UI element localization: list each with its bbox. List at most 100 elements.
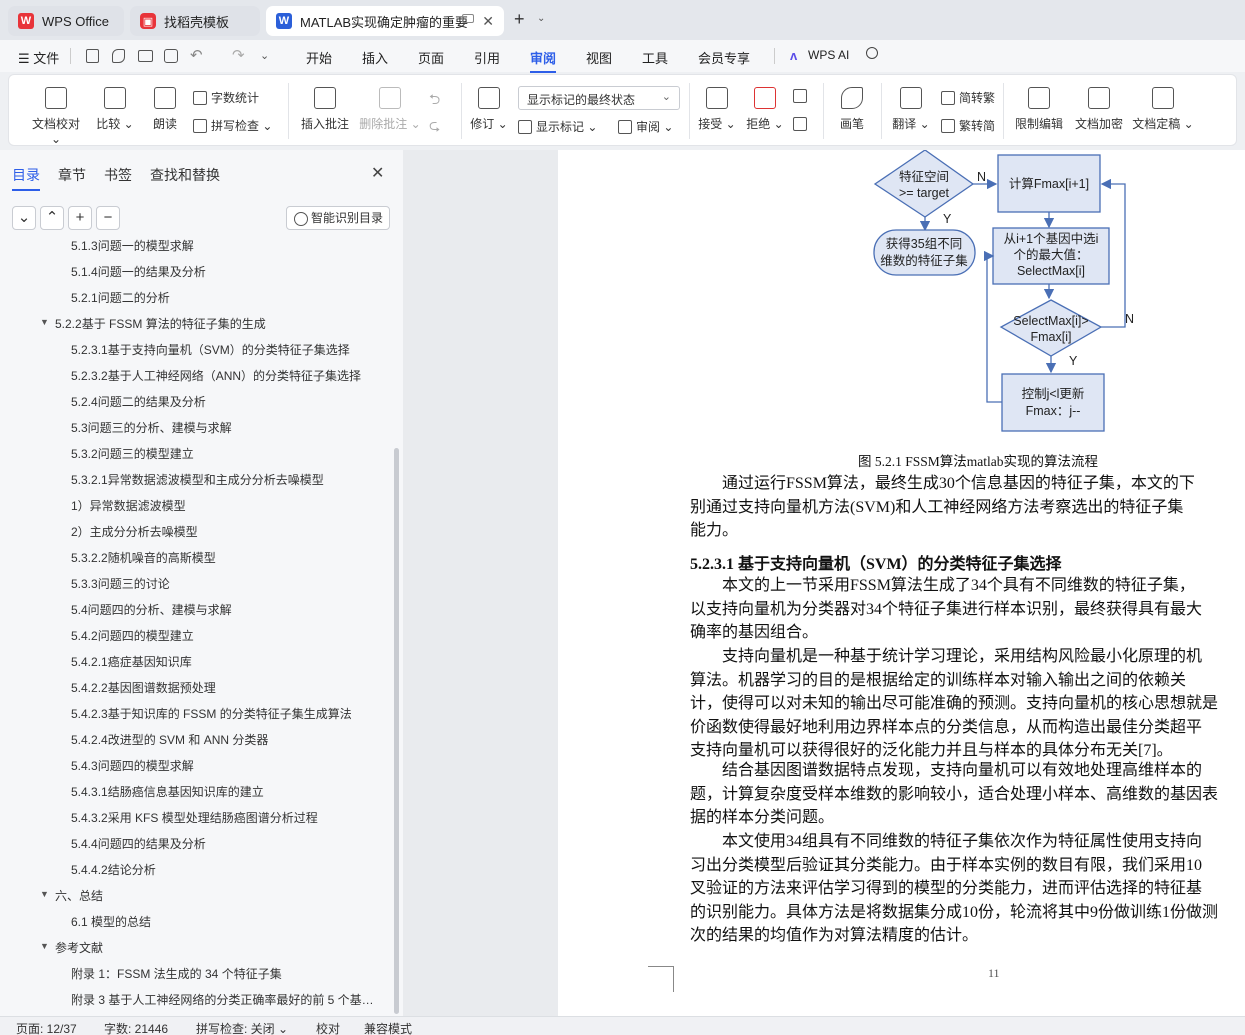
next-comment-icon[interactable]: ⮎ xyxy=(429,115,440,139)
print-icon[interactable] xyxy=(138,50,153,62)
to-simplified-button[interactable]: 繁转简 xyxy=(941,117,995,134)
para5-line: 习出分类模型后验证其分类能力。由于样本实例的数目有限，我们采用10 xyxy=(690,856,1203,874)
undo-icon[interactable]: ↶ xyxy=(190,46,203,64)
previous-comment-icon[interactable]: ⮌ xyxy=(429,89,440,113)
read-aloud-button[interactable]: 朗读 xyxy=(147,87,183,132)
previous-change-icon[interactable] xyxy=(793,89,807,103)
toc-item[interactable]: 5.4.4问题四的结果及分析 xyxy=(71,835,206,852)
toc-item[interactable]: 6.1 模型的总结 xyxy=(71,913,151,930)
menu-view[interactable]: 视图 xyxy=(586,48,612,67)
revise-button[interactable]: 修订 ⌄ xyxy=(469,87,509,132)
smart-toc-button[interactable]: 智能识别目录 xyxy=(286,206,390,230)
toc-item[interactable]: 1）异常数据滤波模型 xyxy=(71,497,186,514)
menu-insert[interactable]: 插入 xyxy=(362,48,388,67)
search-icon[interactable] xyxy=(866,47,878,59)
save-icon[interactable] xyxy=(86,49,99,63)
menu-reference[interactable]: 引用 xyxy=(474,48,500,67)
menu-start[interactable]: 开始 xyxy=(306,48,332,67)
panel-tab-find-replace[interactable]: 查找和替换 xyxy=(150,165,220,185)
expand-toggle-icon[interactable]: ▼ xyxy=(40,317,49,327)
toc-item[interactable]: 5.3问题三的分析、建模与求解 xyxy=(71,419,232,436)
restrict-edit-button[interactable]: 限制编辑 xyxy=(1011,87,1067,132)
status-proofread[interactable]: 校对 xyxy=(316,1020,340,1035)
panel-tab-toc[interactable]: 目录 xyxy=(12,165,40,191)
toc-item[interactable]: 六、总结 xyxy=(55,887,103,904)
toc-item[interactable]: 附录 1：FSSM 法生成的 34 个特征子集 xyxy=(71,965,282,982)
toc-scrollbar[interactable] xyxy=(394,448,399,1014)
word-count-button[interactable]: 字数统计 xyxy=(193,89,259,106)
toc-item[interactable]: 5.4.3.2采用 KFS 模型处理结肠癌图谱分析过程 xyxy=(71,809,318,826)
toc-item[interactable]: 5.4.2.3基于知识库的 FSSM 的分类特征子集生成算法 xyxy=(71,705,352,722)
accept-button[interactable]: 接受 ⌄ xyxy=(697,87,737,132)
toc-item[interactable]: 5.2.4问题二的结果及分析 xyxy=(71,393,206,410)
close-panel-icon[interactable]: ✕ xyxy=(371,163,384,183)
panel-tab-bookmarks[interactable]: 书签 xyxy=(104,165,132,185)
menu-page[interactable]: 页面 xyxy=(418,48,444,67)
delete-comment-button[interactable]: 删除批注 ⌄ xyxy=(359,87,421,132)
markup-state-dropdown[interactable]: 显示标记的最终状态 ⌄ xyxy=(518,86,680,110)
status-spell[interactable]: 拼写检查: 关闭 ⌄ xyxy=(196,1020,288,1035)
menu-file[interactable]: ☰ 文件 xyxy=(18,48,59,67)
insert-comment-button[interactable]: 插入批注 xyxy=(299,87,351,132)
toc-item[interactable]: 5.4.2问题四的模型建立 xyxy=(71,627,194,644)
menu-member[interactable]: 会员专享 xyxy=(698,48,750,67)
toc-item[interactable]: 5.4.3.1结肠癌信息基因知识库的建立 xyxy=(71,783,264,800)
print-preview-icon[interactable] xyxy=(164,49,178,63)
new-tab-icon[interactable]: + xyxy=(514,9,525,30)
toc-item[interactable]: 参考文献 xyxy=(55,939,103,956)
expand-toggle-icon[interactable]: ▼ xyxy=(40,889,49,899)
box2-line3: SelectMax[i] xyxy=(1017,264,1085,278)
panel-tab-chapters[interactable]: 章节 xyxy=(58,165,86,185)
quick-access-more-icon[interactable]: ⌄ xyxy=(260,49,269,62)
toc-item[interactable]: 5.2.3.1基于支持向量机（SVM）的分类特征子集选择 xyxy=(71,341,350,358)
toc-item[interactable]: 5.1.4问题一的结果及分析 xyxy=(71,263,206,280)
expand-toggle-icon[interactable]: ▼ xyxy=(40,941,49,951)
show-markup-button[interactable]: 显示标记 ⌄ xyxy=(518,118,597,135)
export-icon[interactable] xyxy=(112,49,125,63)
monitor-icon[interactable] xyxy=(462,14,474,23)
toc-item[interactable]: 5.4问题四的分析、建模与求解 xyxy=(71,601,232,618)
add-heading-button[interactable]: + xyxy=(68,206,92,230)
menu-tools[interactable]: 工具 xyxy=(642,48,668,67)
toc-item[interactable]: 5.4.2.1癌症基因知识库 xyxy=(71,653,192,670)
encrypt-button[interactable]: 文档加密 xyxy=(1071,87,1127,132)
tab-wps-office[interactable]: W WPS Office xyxy=(8,6,124,36)
finalize-button[interactable]: 文档定稿 ⌄ xyxy=(1131,87,1195,132)
reject-button[interactable]: 拒绝 ⌄ xyxy=(745,87,785,132)
toc-item[interactable]: 5.4.2.2基因图谱数据预处理 xyxy=(71,679,216,696)
redo-icon[interactable]: ↷ xyxy=(232,46,245,64)
menu-review[interactable]: 审阅 xyxy=(530,48,557,73)
remove-heading-button[interactable]: − xyxy=(96,206,120,230)
next-change-icon[interactable] xyxy=(793,117,807,131)
toc-item[interactable]: 5.1.3问题一的模型求解 xyxy=(71,237,194,254)
toc-item[interactable]: 2）主成分分析去噪模型 xyxy=(71,523,198,540)
to-traditional-button[interactable]: 简转繁 xyxy=(941,89,995,106)
toc-item[interactable]: 5.2.1问题二的分析 xyxy=(71,289,170,306)
pen-button[interactable]: 画笔 xyxy=(835,87,869,132)
tab-document[interactable]: W MATLAB实现确定肿瘤的重要 ✕ xyxy=(266,6,504,36)
toc-item[interactable]: 附录 3 基于人工神经网络的分类正确率最好的前 5 个基… xyxy=(71,991,374,1008)
compare-button[interactable]: 比较 ⌄ xyxy=(95,87,135,132)
tab-template[interactable]: ▣ 找稻壳模板 xyxy=(130,6,260,36)
collapse-button[interactable]: ⌃ xyxy=(40,206,64,230)
toc-item[interactable]: 5.3.2.2随机噪音的高斯模型 xyxy=(71,549,216,566)
toc-item[interactable]: 5.4.2.4改进型的 SVM 和 ANN 分类器 xyxy=(71,731,268,748)
spell-check-button[interactable]: 拼写检查 ⌄ xyxy=(193,117,272,134)
translate-button[interactable]: 翻译 ⌄ xyxy=(891,87,931,132)
toc-item[interactable]: 5.4.3问题四的模型求解 xyxy=(71,757,194,774)
status-page[interactable]: 页面: 12/37 xyxy=(16,1020,77,1035)
chevron-down-icon[interactable]: ⌄ xyxy=(537,13,545,24)
review-pane-button[interactable]: 审阅 ⌄ xyxy=(618,118,673,135)
expand-all-button[interactable]: ⌄ xyxy=(12,206,36,230)
close-tab-icon[interactable]: ✕ xyxy=(482,13,494,30)
toc-item[interactable]: 5.2.2基于 FSSM 算法的特征子集的生成 xyxy=(55,315,266,332)
toc-item[interactable]: 5.4.4.2结论分析 xyxy=(71,861,156,878)
toc-item[interactable]: 5.3.2问题三的模型建立 xyxy=(71,445,194,462)
menu-wps-ai[interactable]: WPS AI xyxy=(808,48,849,62)
toc-item[interactable]: 5.3.2.1异常数据滤波模型和主成分分析去噪模型 xyxy=(71,471,324,488)
toc-item[interactable]: 5.3.3问题三的讨论 xyxy=(71,575,170,592)
doc-check-button[interactable]: 文档校对 ⌄ xyxy=(27,87,85,146)
toc-item[interactable]: 5.2.3.2基于人工神经网络（ANN）的分类特征子集选择 xyxy=(71,367,361,384)
status-words[interactable]: 字数: 21446 xyxy=(104,1020,168,1035)
para5-line: 叉验证的方法来评估学习得到的模型的分类能力，进而评估选择的特征基 xyxy=(690,880,1203,897)
